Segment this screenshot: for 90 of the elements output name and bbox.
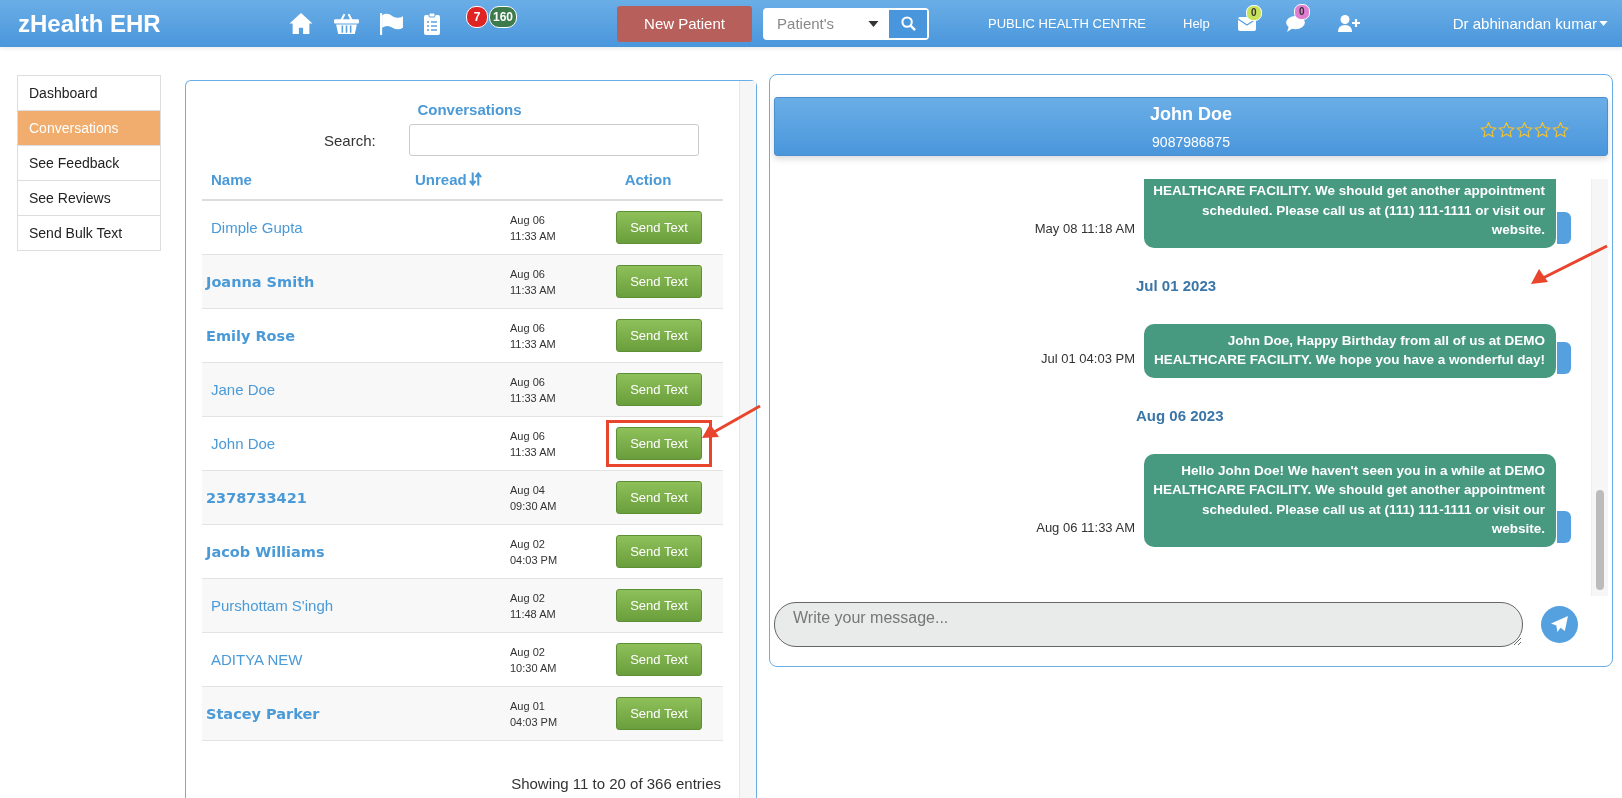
paper-plane-icon (1551, 616, 1568, 633)
contact-name-link[interactable]: Jacob Williams (202, 543, 510, 560)
date-text: Aug 06 (510, 266, 546, 282)
time-text: 09:30 AM (510, 498, 558, 514)
date-text: Aug 04 (510, 482, 546, 498)
column-header[interactable]: Unread (415, 170, 467, 188)
caret-icon (868, 20, 880, 27)
message-time: May 08 11:18 AM (1034, 220, 1135, 236)
message-time: Jul 01 04:03 PM (1041, 350, 1135, 366)
send-button[interactable] (1541, 606, 1578, 643)
star-icon[interactable] (1534, 122, 1551, 138)
contact-name-link[interactable]: John Doe (202, 435, 510, 452)
time-text: 11:33 AM (510, 282, 557, 298)
time-text: 11:33 AM (510, 336, 557, 352)
date-text: Aug 06 (510, 428, 546, 444)
add-user-icon[interactable] (1337, 15, 1360, 32)
contact-name-link[interactable]: Jane Doe (202, 381, 510, 398)
contact-name-link[interactable]: Purshottam S'ingh (202, 597, 510, 614)
search-label: Search: (324, 131, 377, 149)
contact-name-link[interactable]: 2378733421 (202, 489, 510, 506)
send-text-button[interactable]: Send Text (616, 427, 702, 460)
user-menu[interactable]: Dr abhinandan kumar (1452, 15, 1608, 32)
count-badge: 0 (1245, 4, 1262, 21)
send-text-button[interactable]: Send Text (616, 211, 702, 244)
send-text-button[interactable]: Send Text (616, 319, 702, 352)
search-field[interactable] (409, 124, 699, 156)
send-text-button[interactable]: Send Text (616, 589, 702, 622)
date-text: Aug 02 (510, 644, 546, 660)
date-text: Aug 06 (510, 212, 546, 228)
facility-link[interactable]: PUBLIC HEALTH CENTRE (988, 16, 1146, 31)
time-text: 11:48 AM (510, 606, 557, 622)
star-icon[interactable] (1552, 122, 1569, 138)
message-bubble: Hello John Doe! We haven't seen you in a while at DEMO HEALTHCARE FACILITY. We should get another appointment scheduled. Please call us at (111) 111-1111 or visit our website. (1144, 453, 1556, 547)
scrollbar-thumb[interactable] (1596, 490, 1604, 590)
time-text: 11:33 AM (510, 444, 557, 460)
time-text: 04:03 PM (510, 552, 559, 568)
send-text-button[interactable]: Send Text (616, 535, 702, 568)
send-text-button[interactable]: Send Text (616, 373, 702, 406)
date-separator: Jul 01 2023 (1136, 277, 1217, 294)
caret-icon (1599, 21, 1608, 26)
new-patient-button[interactable]: New Patient (617, 5, 753, 42)
send-text-button[interactable]: Send Text (616, 481, 702, 514)
column-header[interactable]: Action (610, 170, 686, 188)
contact-name-link[interactable]: Joanna Smith (202, 273, 510, 290)
message-time: Aug 06 11:33 AM (1036, 519, 1135, 535)
date-text: Aug 01 (510, 698, 546, 714)
home-icon[interactable] (288, 12, 314, 35)
panel-title: Conversations (416, 101, 523, 118)
time-text: 11:33 AM (510, 228, 557, 244)
count-badge[interactable]: 7 (466, 6, 488, 28)
contact-name-link[interactable]: Emily Rose (202, 327, 510, 344)
date-text: Aug 02 (510, 590, 546, 606)
sidebar-item[interactable]: Conversations (18, 111, 160, 146)
sidebar-item[interactable]: See Feedback (18, 146, 160, 181)
column-header[interactable]: Name (202, 170, 415, 188)
sidebar-item[interactable]: Send Bulk Text (18, 216, 160, 250)
help-link[interactable]: Help (1183, 16, 1210, 31)
date-text: Aug 02 (510, 536, 546, 552)
contact-name: John Doe (1149, 104, 1233, 125)
count-badge[interactable]: 160 (489, 6, 518, 28)
contact-name-link[interactable]: ADITYA NEW (202, 651, 510, 668)
app-title: zHealth EHR (18, 9, 162, 38)
search-icon (900, 16, 916, 31)
flag-icon[interactable] (379, 12, 404, 35)
star-icon[interactable] (1498, 122, 1515, 138)
contact-name-link[interactable]: Stacey Parker (202, 705, 510, 722)
time-text: 10:30 AM (510, 660, 558, 676)
clipboard-icon[interactable] (423, 11, 441, 36)
time-text: 04:03 PM (510, 714, 559, 730)
basket-icon[interactable] (333, 12, 360, 35)
date-text: Aug 06 (510, 374, 546, 390)
date-separator: Aug 06 2023 (1136, 407, 1224, 424)
search-button[interactable] (889, 9, 928, 38)
message-bubble: HEALTHCARE FACILITY. We should get another appointment scheduled. Please call us at (111) 111-1111 or visit our website. (1144, 179, 1556, 248)
entries-info: Showing 11 to 20 of 366 entries (510, 775, 722, 792)
star-icon[interactable] (1480, 122, 1497, 138)
send-text-button[interactable]: Send Text (616, 265, 702, 298)
patient-search-field[interactable]: Patient's (763, 7, 930, 40)
time-text: 11:33 AM (510, 390, 557, 406)
sort-icon[interactable] (468, 171, 482, 187)
contact-name-link[interactable]: Dimple Gupta (202, 219, 510, 236)
message-input[interactable]: Write your message... (774, 602, 1523, 647)
contact-phone: 9087986875 (1151, 134, 1231, 150)
star-icon[interactable] (1516, 122, 1533, 138)
count-badge: 0 (1293, 3, 1310, 20)
send-text-button[interactable]: Send Text (616, 697, 702, 730)
send-text-button[interactable]: Send Text (616, 643, 702, 676)
message-bubble: John Doe, Happy Birthday from all of us at DEMO HEALTHCARE FACILITY. We hope you have a wonderful day! (1144, 323, 1556, 378)
date-text: Aug 06 (510, 320, 546, 336)
sidebar-item[interactable]: See Reviews (18, 181, 160, 216)
